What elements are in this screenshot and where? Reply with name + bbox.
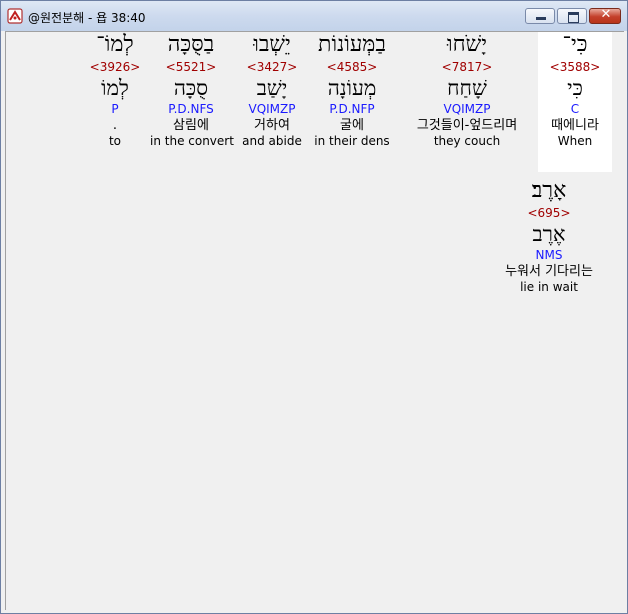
lemma: סֻכָּה xyxy=(173,76,209,100)
hebrew-word: בַמְּעוֹנוֹת xyxy=(318,32,386,57)
word-arev[interactable]: אָרֶב׃ <695> אֶרֶב NMS 누워서 기다리는 lie in w… xyxy=(490,178,608,318)
window-title: @원전분해 - 욥 38:40 xyxy=(28,11,146,25)
hebrew-word: לְמוֹ־ xyxy=(96,32,134,57)
parsing-code: NMS xyxy=(535,248,563,262)
parsing-code: P.D.NFP xyxy=(329,102,375,116)
strong-number[interactable]: <695> xyxy=(490,206,608,221)
korean-gloss: 굴에 xyxy=(340,118,364,133)
lemma: כִּי xyxy=(567,76,583,100)
lemma: אֶרֶב xyxy=(532,222,566,246)
english-gloss: in their dens xyxy=(314,134,390,148)
korean-gloss: 삼림에 xyxy=(173,118,209,133)
minimize-icon xyxy=(536,17,546,20)
word-yeshvu[interactable]: יֵשְׁבוּ <3427> יָשַׁב VQIMZP 거하여 and ab… xyxy=(240,32,304,172)
korean-gloss: 때에니라 xyxy=(551,118,599,133)
title-bar[interactable]: @원전분해 - 욥 38:40 ✕ xyxy=(1,1,627,31)
english-gloss: in the convert xyxy=(150,134,234,148)
hebrew-word: בַסֻּכָּה xyxy=(167,32,215,57)
hebrew-word: כִּי־ xyxy=(562,32,588,57)
strong-number[interactable]: <3588> xyxy=(538,60,612,75)
interlinear-panel: כִּי־ <3588> כִּי C 때에니라 When יָשֹׁחוּ <… xyxy=(5,31,624,610)
strong-number[interactable]: <4585> xyxy=(312,60,392,75)
lemma: מְעוֹנָה xyxy=(327,76,377,100)
english-gloss: they couch xyxy=(433,134,501,148)
maximize-icon xyxy=(568,12,579,23)
word-kiy[interactable]: כִּי־ <3588> כִּי C 때에니라 When xyxy=(538,32,612,172)
strong-number[interactable]: <3926> xyxy=(88,60,142,75)
korean-gloss: . xyxy=(112,118,118,133)
english-gloss: When xyxy=(557,134,593,148)
close-button[interactable]: ✕ xyxy=(589,7,621,24)
english-gloss: to xyxy=(108,134,122,148)
word-bammeonot[interactable]: בַמְּעוֹנוֹת <4585> מְעוֹנָה P.D.NFP 굴에 … xyxy=(312,32,392,172)
parsing-code: P xyxy=(111,102,119,116)
word-vassukkah[interactable]: בַסֻּכָּה <5521> סֻכָּה P.D.NFS 삼림에 in t… xyxy=(150,32,234,172)
hebrew-word: יָשֹׁחוּ xyxy=(447,32,487,57)
korean-gloss: 누워서 기다리는 xyxy=(505,264,593,279)
korean-gloss: 그것들이-엎드리며 xyxy=(416,118,518,133)
close-icon: ✕ xyxy=(600,7,612,22)
strong-number[interactable]: <7817> xyxy=(406,60,528,75)
word-lemo[interactable]: לְמוֹ־ <3926> לְמוֹ P . to xyxy=(88,32,142,172)
app-logo-icon xyxy=(7,8,23,24)
strong-number[interactable]: <5521> xyxy=(150,60,232,75)
parsing-code: VQIMZP xyxy=(248,102,296,116)
hebrew-word: אָרֶב׃ xyxy=(531,178,567,203)
minimize-button[interactable] xyxy=(525,8,555,24)
english-gloss: lie in wait xyxy=(520,280,578,294)
parsing-code: VQIMZP xyxy=(443,102,491,116)
app-window: @원전분해 - 욥 38:40 ✕ כִּי־ <3588> כִּי C 때에… xyxy=(0,0,628,614)
parsing-code: C xyxy=(570,102,580,116)
maximize-button[interactable] xyxy=(557,8,587,24)
english-gloss: and abide xyxy=(242,134,302,148)
strong-number[interactable]: <3427> xyxy=(240,60,304,75)
korean-gloss: 거하여 xyxy=(254,118,290,133)
lemma: שָׁחַח xyxy=(447,76,487,100)
parsing-code: P.D.NFS xyxy=(168,102,214,116)
lemma: יָשַׁב xyxy=(256,76,288,100)
hebrew-word: יֵשְׁבוּ xyxy=(253,32,291,57)
word-yashochu[interactable]: יָשֹׁחוּ <7817> שָׁחַח VQIMZP 그것들이-엎드리며 … xyxy=(406,32,528,172)
lemma: לְמוֹ xyxy=(101,76,129,100)
